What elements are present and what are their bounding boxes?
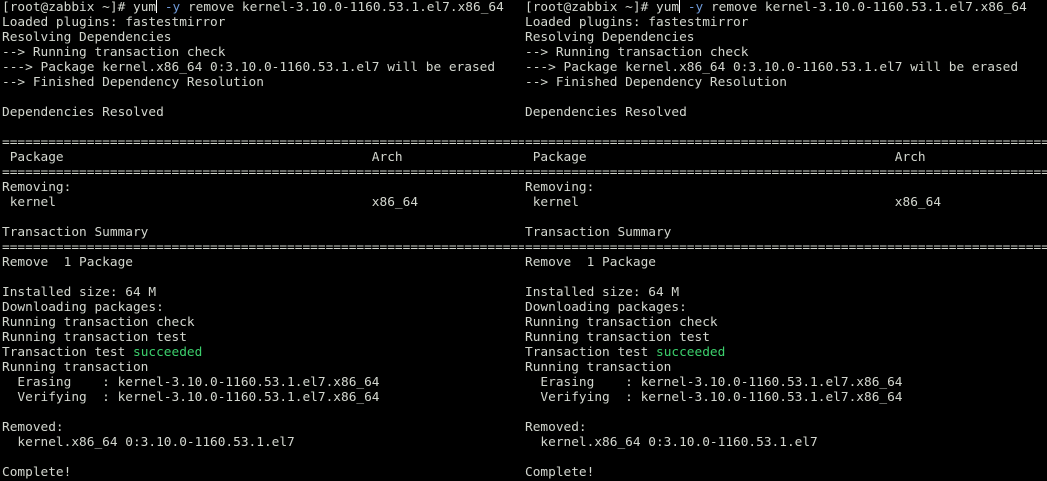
output-line: --> Running transaction check [525,45,749,60]
output-line: Remove 1 Package [2,255,133,270]
output-line: Running transaction check [2,315,195,330]
output-line: kernel.x86_64 0:3.10.0-1160.53.1.el7 [525,435,818,450]
output-line: Package Arch [525,150,926,165]
output-line: kernel x86_64 [2,195,419,210]
output-line: Installed size: 64 M [2,285,157,300]
command-text: yum [655,0,680,15]
output-line: Removing: [525,180,595,195]
output-line: Erasing : kernel-3.10.0-1160.53.1.el7.x8… [525,375,903,390]
command-option: -y [157,0,181,15]
output-line: Running transaction test [525,330,710,345]
output-line: Running transaction check [525,315,718,330]
output-line: ---> Package kernel.x86_64 0:3.10.0-1160… [2,60,496,75]
shell-prompt: [root@zabbix ~]# [525,0,656,15]
output-line: Verifying : kernel-3.10.0-1160.53.1.el7.… [525,390,903,405]
output-line: Loaded plugins: fastestmirror [525,15,749,30]
output-line: Running transaction [2,360,149,375]
command-text: yum [132,0,157,15]
output-line: Downloading packages: [2,300,164,315]
output-line: Dependencies Resolved [525,105,687,120]
output-line: Running transaction test [2,330,187,345]
output-line: kernel x86_64 [525,195,942,210]
output-line: Removing: [2,180,72,195]
output-line: kernel.x86_64 0:3.10.0-1160.53.1.el7 [2,435,295,450]
output-line: Installed size: 64 M [525,285,680,300]
command-text: remove kernel-3.10.0-1160.53.1.el7.x86_6… [180,0,504,15]
output-line: Resolving Dependencies [525,30,695,45]
output-line-transaction-test: Transaction test succeeded [525,345,1047,360]
output-line: Package Arch [2,150,403,165]
output-line: Verifying : kernel-3.10.0-1160.53.1.el7.… [2,390,380,405]
status-succeeded: succeeded [655,345,726,360]
output-line: ========================================… [2,165,524,180]
output-line: Resolving Dependencies [2,30,172,45]
output-line: ========================================… [525,135,1047,150]
terminal-pane-left[interactable]: [root@zabbix ~]# yum -y remove kernel-3.… [2,0,524,481]
output-line: Erasing : kernel-3.10.0-1160.53.1.el7.x8… [2,375,380,390]
output-line: Removed: [525,420,587,435]
output-text: Transaction test [2,345,133,360]
output-line: Remove 1 Package [525,255,656,270]
output-line: ---> Package kernel.x86_64 0:3.10.0-1160… [525,60,1019,75]
output-line: ========================================… [525,240,1047,255]
command-line[interactable]: [root@zabbix ~]# yum -y remove kernel-3.… [525,0,1047,15]
output-line: Removed: [2,420,64,435]
output-line: Dependencies Resolved [2,105,164,120]
output-line: Running transaction [525,360,672,375]
output-line: ========================================… [2,135,524,150]
output-line: ========================================… [2,240,524,255]
output-line: --> Finished Dependency Resolution [525,75,787,90]
output-line: Downloading packages: [525,300,687,315]
output-line: Complete! [525,465,595,480]
command-text: remove kernel-3.10.0-1160.53.1.el7.x86_6… [703,0,1027,15]
output-line: Transaction Summary [525,225,672,240]
terminal-pane-right[interactable]: [root@zabbix ~]# yum -y remove kernel-3.… [525,0,1047,481]
output-line: Complete! [2,465,72,480]
output-line: --> Finished Dependency Resolution [2,75,264,90]
output-line-transaction-test: Transaction test succeeded [2,345,524,360]
shell-prompt: [root@zabbix ~]# [2,0,133,15]
output-line: --> Running transaction check [2,45,226,60]
output-line: ========================================… [525,165,1047,180]
command-line[interactable]: [root@zabbix ~]# yum -y remove kernel-3.… [2,0,524,15]
output-line: Loaded plugins: fastestmirror [2,15,226,30]
status-succeeded: succeeded [132,345,203,360]
output-line: Transaction Summary [2,225,149,240]
output-text: Transaction test [525,345,656,360]
command-option: -y [680,0,704,15]
